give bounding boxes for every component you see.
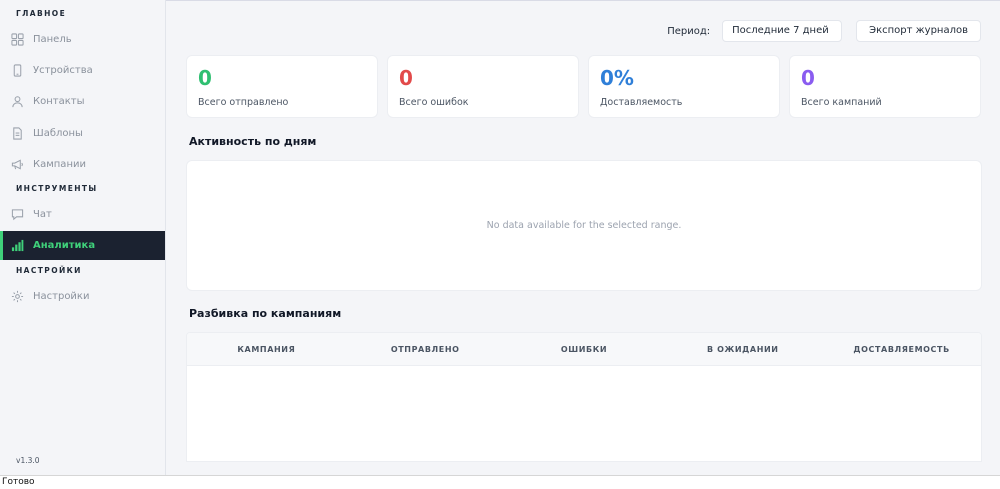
- sidebar-item-label: Настройки: [33, 290, 90, 302]
- activity-chart-panel: No data available for the selected range…: [186, 160, 982, 291]
- table-header: КАМПАНИЯ ОТПРАВЛЕНО ОШИБКИ В ОЖИДАНИИ ДО…: [187, 333, 981, 366]
- stat-card-campaigns: 0 Всего кампаний: [789, 55, 981, 118]
- activity-title: Активность по дням: [189, 135, 317, 148]
- column-header-errors[interactable]: ОШИБКИ: [505, 333, 664, 365]
- user-icon: [11, 95, 24, 108]
- stat-value: 0: [399, 66, 413, 90]
- document-icon: [11, 126, 24, 140]
- sidebar-item-settings[interactable]: Настройки: [0, 282, 165, 310]
- sidebar-item-contacts[interactable]: Контакты: [0, 87, 165, 115]
- stat-card-deliverability: 0% Доставляемость: [588, 55, 780, 118]
- sidebar-item-label: Панель: [33, 33, 72, 45]
- stat-label: Всего ошибок: [399, 97, 469, 108]
- sidebar-item-chat[interactable]: Чат: [0, 200, 165, 228]
- bar-chart-icon: [11, 239, 24, 252]
- phone-icon: [11, 63, 24, 77]
- sidebar-item-dashboard[interactable]: Панель: [0, 25, 165, 53]
- column-header-pending[interactable]: В ОЖИДАНИИ: [663, 333, 822, 365]
- stat-value: 0: [801, 66, 815, 90]
- app-window: ГЛАВНОЕ Панель Устройства Контакты Шабло…: [0, 0, 1000, 475]
- toolbar: Период: Последние 7 дней Экспорт журнало…: [667, 20, 981, 42]
- stat-card-sent: 0 Всего отправлено: [186, 55, 378, 118]
- stat-label: Всего отправлено: [198, 97, 289, 108]
- section-title-settings: НАСТРОЙКИ: [16, 266, 82, 275]
- empty-state-text: No data available for the selected range…: [486, 220, 682, 231]
- stats-row: 0 Всего отправлено 0 Всего ошибок 0% Дос…: [186, 55, 981, 118]
- version-label: v1.3.0: [16, 456, 40, 465]
- column-header-campaign[interactable]: КАМПАНИЯ: [187, 333, 346, 365]
- column-header-deliverability[interactable]: ДОСТАВЛЯЕМОСТЬ: [822, 333, 981, 365]
- stat-value: 0%: [600, 66, 634, 90]
- section-title-tools: ИНСТРУМЕНТЫ: [16, 184, 98, 193]
- megaphone-icon: [11, 158, 24, 171]
- status-bar: Готово: [0, 475, 1000, 489]
- sidebar: ГЛАВНОЕ Панель Устройства Контакты Шабло…: [0, 0, 166, 475]
- stat-label: Всего кампаний: [801, 97, 882, 108]
- column-header-sent[interactable]: ОТПРАВЛЕНО: [346, 333, 505, 365]
- sidebar-item-analytics[interactable]: Аналитика: [0, 231, 165, 260]
- campaign-breakdown-table: КАМПАНИЯ ОТПРАВЛЕНО ОШИБКИ В ОЖИДАНИИ ДО…: [186, 332, 982, 462]
- sidebar-item-templates[interactable]: Шаблоны: [0, 119, 165, 147]
- sidebar-item-label: Аналитика: [33, 240, 96, 251]
- stat-label: Доставляемость: [600, 97, 683, 108]
- sidebar-item-label: Шаблоны: [33, 127, 83, 139]
- sidebar-item-campaigns[interactable]: Кампании: [0, 150, 165, 178]
- export-logs-button[interactable]: Экспорт журналов: [856, 20, 981, 42]
- stat-card-errors: 0 Всего ошибок: [387, 55, 579, 118]
- sidebar-item-label: Кампании: [33, 158, 86, 170]
- chat-icon: [11, 208, 24, 221]
- stat-value: 0: [198, 66, 212, 90]
- sidebar-item-devices[interactable]: Устройства: [0, 56, 165, 84]
- sidebar-item-label: Чат: [33, 208, 52, 220]
- gear-icon: [11, 290, 24, 303]
- sidebar-item-label: Контакты: [33, 95, 85, 107]
- analytics-page: Период: Последние 7 дней Экспорт журнало…: [166, 0, 1000, 475]
- grid-icon: [11, 32, 24, 46]
- sidebar-item-label: Устройства: [33, 64, 93, 76]
- period-label: Период:: [667, 25, 711, 37]
- breakdown-title: Разбивка по кампаниям: [189, 307, 342, 320]
- section-title-main: ГЛАВНОЕ: [16, 9, 67, 18]
- period-select[interactable]: Последние 7 дней: [722, 20, 843, 42]
